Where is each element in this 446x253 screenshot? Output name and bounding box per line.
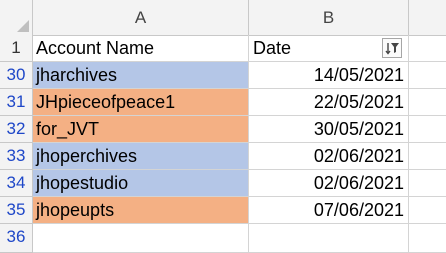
cell-account[interactable]: jhopeupts <box>33 197 249 224</box>
filter-dropdown-button[interactable] <box>382 38 402 58</box>
header-cell-date-label: Date <box>253 38 292 58</box>
row-header-34[interactable]: 34 <box>0 170 33 197</box>
cell-c[interactable] <box>409 116 446 143</box>
cell-c[interactable] <box>409 170 446 197</box>
cell-date[interactable]: 14/05/2021 <box>249 62 409 89</box>
row-header-36[interactable]: 36 <box>0 224 33 253</box>
cell-b36[interactable] <box>249 224 409 253</box>
cell-date[interactable]: 30/05/2021 <box>249 116 409 143</box>
cell-account[interactable]: jhoperchives <box>33 143 249 170</box>
header-cell-date[interactable]: Date <box>249 35 409 62</box>
cell-c[interactable] <box>409 143 446 170</box>
cell-c[interactable] <box>409 89 446 116</box>
cell-date[interactable]: 07/06/2021 <box>249 197 409 224</box>
cell-c[interactable] <box>409 62 446 89</box>
row-header-35[interactable]: 35 <box>0 197 33 224</box>
cell-account[interactable]: JHpieceofpeace1 <box>33 89 249 116</box>
select-all-corner-icon <box>17 20 29 32</box>
row-header-33[interactable]: 33 <box>0 143 33 170</box>
cell-c36[interactable] <box>409 224 446 253</box>
column-header-c[interactable] <box>409 0 446 35</box>
select-all-corner[interactable] <box>0 0 33 35</box>
column-header-b[interactable]: B <box>249 0 409 35</box>
cell-account[interactable]: jhopestudio <box>33 170 249 197</box>
cell-date[interactable]: 02/06/2021 <box>249 143 409 170</box>
cell-c1[interactable] <box>409 35 446 62</box>
cell-date[interactable]: 22/05/2021 <box>249 89 409 116</box>
filter-sort-icon <box>385 43 399 55</box>
cell-date[interactable]: 02/06/2021 <box>249 170 409 197</box>
cell-account[interactable]: for_JVT <box>33 116 249 143</box>
column-header-a[interactable]: A <box>33 0 249 35</box>
row-header-1[interactable]: 1 <box>0 35 33 62</box>
header-cell-account-name[interactable]: Account Name <box>33 35 249 62</box>
row-header-32[interactable]: 32 <box>0 116 33 143</box>
cell-a36[interactable] <box>33 224 249 253</box>
cell-account[interactable]: jharchives <box>33 62 249 89</box>
row-header-31[interactable]: 31 <box>0 89 33 116</box>
row-header-30[interactable]: 30 <box>0 62 33 89</box>
cell-c[interactable] <box>409 197 446 224</box>
spreadsheet: A B 1 Account Name Date 30 jharchives 14… <box>0 0 446 253</box>
